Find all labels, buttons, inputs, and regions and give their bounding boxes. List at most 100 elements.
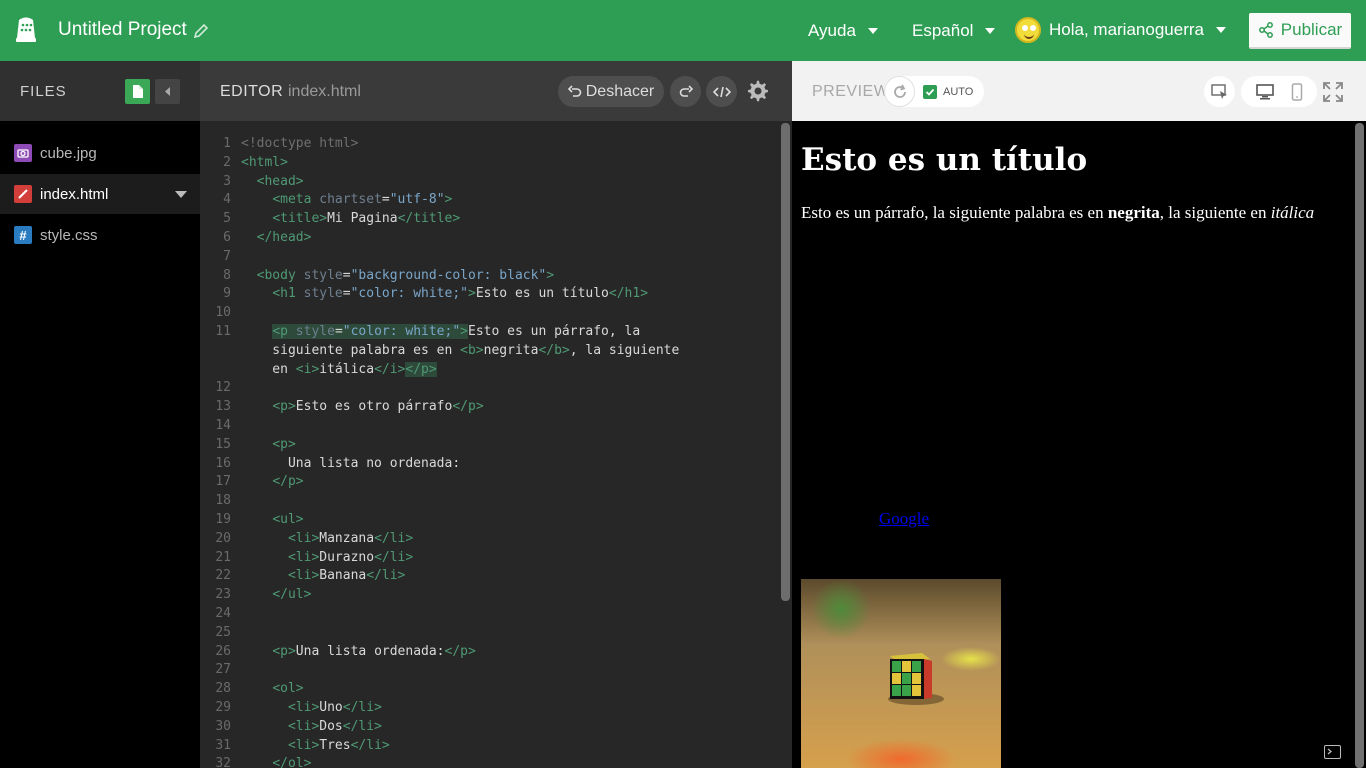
file-name: style.css	[40, 226, 98, 244]
chevron-down-icon	[985, 28, 996, 34]
code-text: <ul>	[272, 512, 304, 527]
preview-link[interactable]: Google	[879, 509, 929, 529]
line-number: 28	[215, 681, 231, 697]
image-file-icon	[14, 144, 32, 162]
editor-scrollbar[interactable]	[781, 123, 790, 601]
auto-checkbox[interactable]	[923, 84, 937, 99]
line-number: 24	[215, 606, 231, 621]
line-number: 30	[215, 718, 231, 734]
chevron-down-icon	[867, 28, 878, 34]
preview-frame[interactable]: Esto es un título Esto es un párrafo, la…	[792, 121, 1366, 768]
code-text: </ol>	[272, 756, 312, 768]
inspect-icon	[1210, 83, 1227, 99]
gear-icon[interactable]	[746, 79, 770, 103]
undo-label: Deshacer	[585, 82, 655, 100]
avatar	[1015, 17, 1041, 43]
code-text: en <i>itálica</i></p>	[241, 361, 437, 377]
italic-text: itálica	[1270, 203, 1315, 222]
line-number: 22	[215, 568, 231, 584]
editor-header: EDITOR index.html Deshacer	[200, 61, 792, 121]
paragraph-text: , la siguiente en	[1159, 203, 1271, 222]
top-bar: Untitled Project Ayuda Español Hola, mar…	[0, 0, 1366, 61]
code-text: <ol>	[272, 681, 304, 697]
fullscreen-icon[interactable]	[1321, 80, 1345, 104]
console-icon[interactable]	[1324, 745, 1341, 759]
redo-button[interactable]	[670, 76, 701, 107]
line-number: 14	[215, 418, 231, 433]
user-menu[interactable]: Hola, marianoguerra	[1015, 17, 1226, 43]
file-name: cube.jpg	[40, 144, 97, 162]
thimble-logo-icon[interactable]	[13, 16, 39, 44]
preview-paragraph: Esto es un párrafo, la siguiente palabra…	[801, 203, 1351, 222]
code-text: <!doctype html>	[241, 136, 359, 151]
file-item-style[interactable]: # style.css	[0, 215, 200, 255]
code-text: <li>Banana</li>	[287, 568, 406, 584]
code-editor[interactable]: 1 <!doctype html> 2 <html> 3 <head> 4 <meta c…	[200, 121, 792, 768]
code-text: <li>Uno</li>	[287, 700, 382, 715]
line-number: 4	[223, 192, 231, 208]
publish-button[interactable]: Publicar	[1249, 13, 1351, 49]
preview-heading: Esto es un título	[801, 142, 1088, 178]
new-file-icon	[133, 85, 143, 98]
code-text: </head>	[256, 230, 312, 245]
line-number: 20	[215, 530, 231, 546]
code-text: <h1 style="color: white;">Esto es un tít…	[272, 286, 649, 302]
html-file-icon	[14, 185, 32, 203]
share-icon	[1258, 22, 1273, 38]
line-number: 7	[223, 248, 231, 264]
undo-icon	[567, 84, 582, 97]
project-title[interactable]: Untitled Project	[58, 19, 187, 41]
line-number: 27	[215, 662, 231, 678]
line-number: 32	[215, 756, 231, 768]
line-number: 18	[215, 493, 231, 509]
refresh-button[interactable]	[884, 76, 915, 107]
preview-title: PREVIEW	[812, 83, 890, 100]
mobile-icon[interactable]	[1291, 82, 1303, 101]
editor-title: EDITOR	[220, 83, 284, 100]
preview-scrollbar[interactable]	[1355, 123, 1364, 768]
line-number: 26	[215, 643, 231, 659]
line-number: 31	[215, 737, 231, 753]
code-text: <meta chartset="utf-8">	[272, 192, 453, 208]
line-number: 19	[215, 512, 231, 527]
chevron-down-icon	[1215, 27, 1226, 33]
user-greeting: Hola, marianoguerra	[1049, 20, 1204, 39]
pencil-icon[interactable]	[193, 23, 209, 39]
chevron-left-icon	[165, 87, 170, 96]
help-menu[interactable]: Ayuda	[808, 21, 878, 41]
line-number: 3	[223, 173, 231, 189]
undo-button[interactable]: Deshacer	[558, 76, 664, 107]
inspect-button[interactable]	[1204, 76, 1235, 107]
css-file-icon: #	[14, 226, 32, 244]
format-code-button[interactable]	[706, 76, 737, 107]
line-number: 5	[223, 211, 231, 227]
line-number: 8	[223, 267, 231, 283]
line-number: 9	[223, 286, 231, 302]
desktop-icon[interactable]	[1255, 83, 1274, 100]
line-number: 6	[223, 230, 231, 245]
chevron-down-icon[interactable]	[175, 191, 187, 198]
code-text: <p>Una lista ordenada:</p>	[272, 643, 476, 659]
auto-refresh-toggle[interactable]: AUTO	[884, 76, 984, 107]
files-title: FILES	[20, 83, 67, 100]
files-list: cube.jpg index.html # style.css	[0, 121, 200, 768]
paragraph-text: Esto es un párrafo, la siguiente palabra…	[801, 203, 1108, 222]
refresh-icon	[893, 84, 906, 98]
language-menu[interactable]: Español	[912, 21, 996, 41]
line-number: 21	[215, 549, 231, 565]
code-text: <body style="background-color: black">	[256, 267, 555, 283]
bold-text: negrita	[1107, 203, 1160, 222]
file-item-cube[interactable]: cube.jpg	[0, 133, 200, 173]
code-text: <li>Manzana</li>	[287, 530, 414, 546]
code-text: <li>Durazno</li>	[287, 549, 414, 565]
files-header: FILES	[0, 61, 200, 121]
publish-label: Publicar	[1280, 20, 1343, 39]
code-text: <html>	[241, 154, 288, 170]
editor-filename: index.html	[288, 83, 361, 100]
code-text: </ul>	[272, 587, 312, 603]
line-number: 1	[223, 136, 231, 151]
file-item-index[interactable]: index.html	[0, 174, 200, 214]
rubiks-cube-image	[801, 579, 1001, 768]
collapse-files-button[interactable]	[155, 79, 180, 104]
new-file-button[interactable]	[125, 79, 150, 104]
